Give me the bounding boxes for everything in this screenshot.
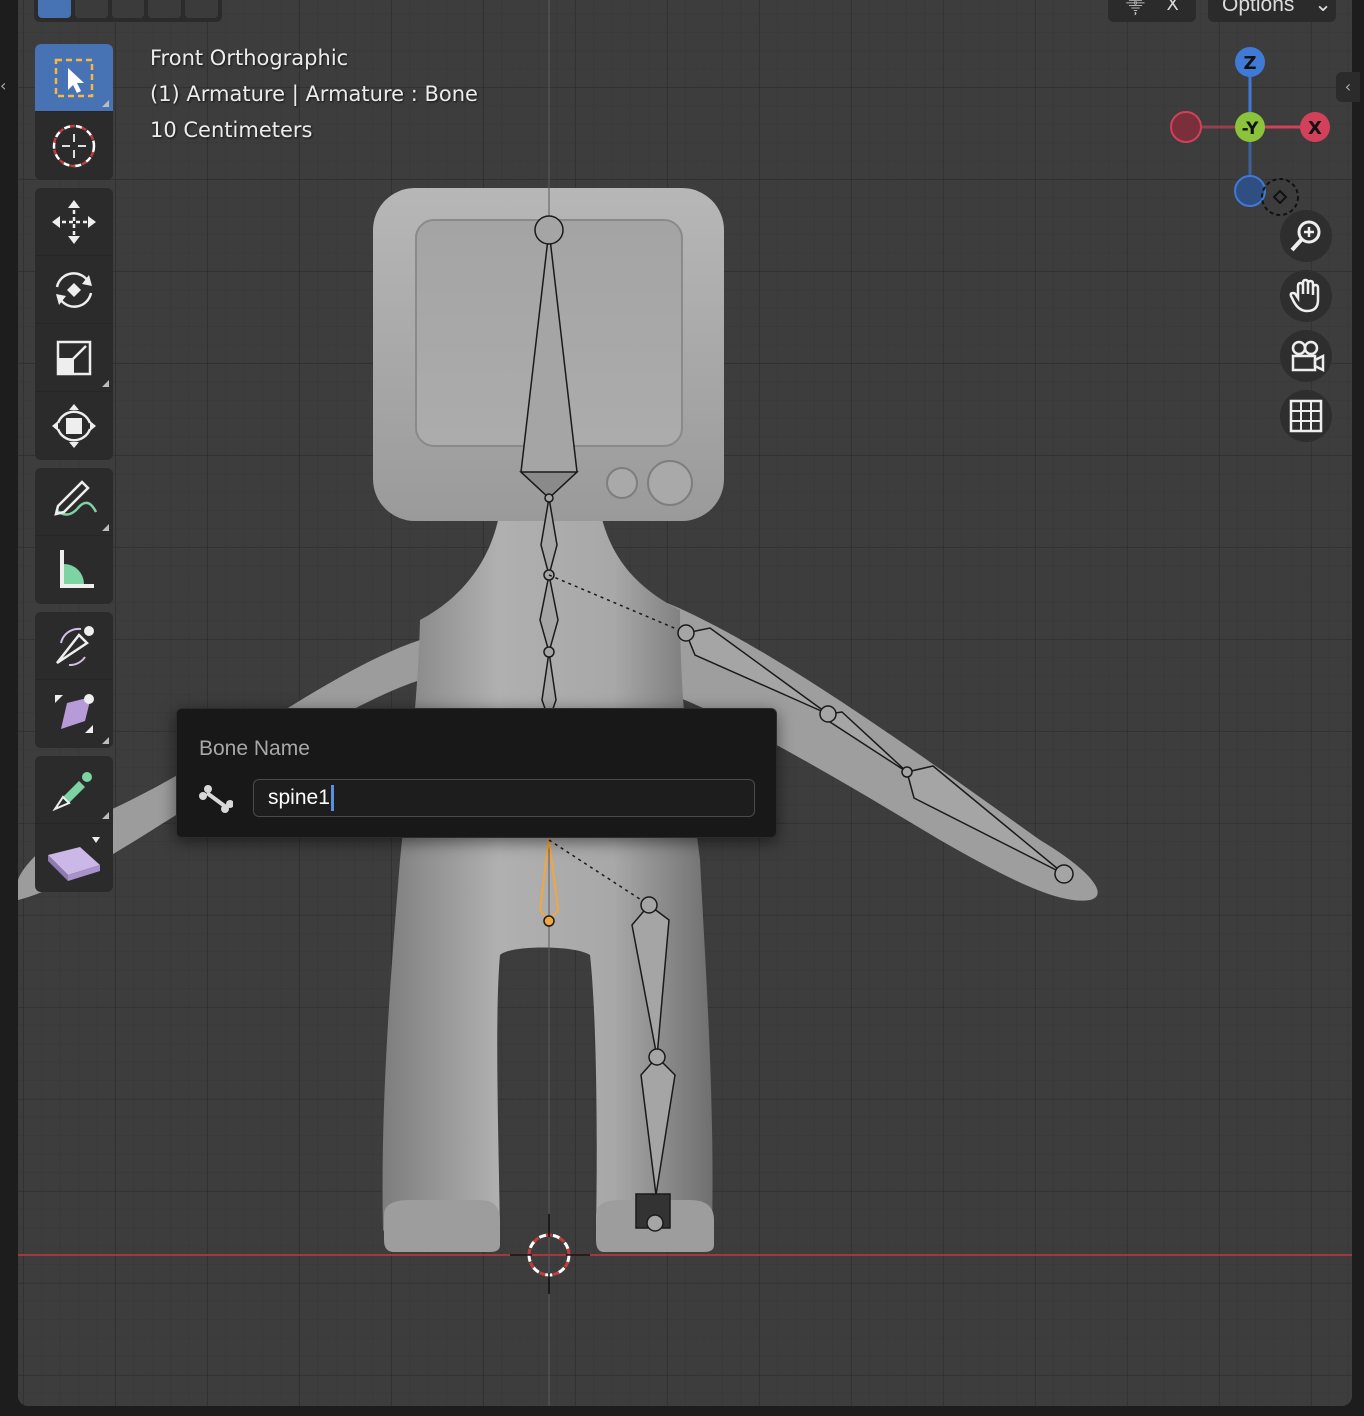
tv-knob-small [606,467,638,499]
shear-tool[interactable] [35,824,113,892]
annotate-tool[interactable] [35,468,113,536]
bone-joint [646,1214,664,1232]
collapse-left-arrow-icon[interactable]: ‹ [0,76,6,95]
bone-joint [544,493,554,503]
bone-icon [199,785,233,813]
shear-icon [48,837,100,881]
select-box-icon [54,58,94,97]
neg-x-axis-handle [1170,111,1202,143]
select-extend-button[interactable] [74,0,108,18]
sidebar-expand-arrow-icon[interactable]: ‹ [1336,72,1360,102]
chevron-down-icon: ⌄ [1314,0,1332,16]
grid-scale-label: 10 Centimeters [150,118,313,142]
tool-group-select [35,44,113,180]
popup-title: Bone Name [199,737,310,760]
tool-group-transform [35,188,113,460]
options-label: Options [1222,0,1295,16]
view-name-label: Front Orthographic [150,46,349,70]
tool-group-bone [35,612,113,748]
camera-icon [1291,340,1325,373]
select-intersect-button[interactable] [185,0,218,18]
mirror-icon: ⸎ [1126,0,1145,15]
x-mirror-label[interactable]: X [1167,0,1179,15]
rotate-tool[interactable] [35,256,113,324]
zoom-button[interactable] [1280,210,1332,262]
transform-tool[interactable] [35,392,113,460]
z-axis-label: Z [1243,53,1256,74]
tool-group-annotate [35,468,113,604]
bone-joint [534,215,564,245]
pan-button[interactable] [1280,270,1332,322]
annotate-icon [54,479,98,516]
select-invert-button[interactable] [148,0,182,18]
bone-joint [901,766,913,778]
rotate-icon [55,271,93,308]
mirror-toggle-bar[interactable]: ⸎ X [1108,0,1196,22]
grid-icon [1289,399,1323,433]
rename-bone-popup: Bone Name spine1 [176,708,777,838]
transform-icon [52,404,96,448]
bone-joint [1054,864,1074,884]
active-object-label: (1) Armature | Armature : Bone [150,82,478,106]
cursor-tool[interactable] [35,112,113,180]
3d-viewport[interactable] [18,0,1352,1406]
move-icon [52,199,96,244]
scale-tool[interactable] [35,324,113,392]
bone-joint [543,646,555,658]
roll-icon [56,625,94,666]
bone-joint [677,624,695,642]
tool-shelf [35,44,113,900]
tv-knob-large [647,460,693,506]
bone-joint-selected [543,915,555,927]
neg-y-axis-label: -Y [1242,119,1260,139]
tool-group-edit [35,756,113,892]
text-caret [330,785,334,812]
x-axis-label: X [1308,118,1322,139]
roll-tool[interactable] [35,612,113,680]
bone-joint [819,705,837,723]
3d-cursor[interactable] [510,1214,590,1294]
bone-name-input[interactable]: spine1 [253,779,755,817]
zoom-icon [1290,220,1321,252]
neg-z-axis-handle [1234,175,1266,207]
extrude-icon [52,771,92,811]
navigation-gizmo[interactable]: Z X -Y [1164,40,1344,230]
hand-icon [1289,278,1320,313]
extrude-tool[interactable] [35,756,113,824]
selection-mode-bar [34,0,222,22]
scene-canvas[interactable] [18,0,1352,1406]
camera-view-button[interactable] [1280,330,1332,382]
select-subtract-button[interactable] [111,0,145,18]
bone-size-tool[interactable] [35,680,113,748]
ortho-toggle-button[interactable] [1280,390,1332,442]
foot-left-mesh [384,1200,500,1252]
options-dropdown[interactable]: Options ⌄ [1208,0,1336,22]
scale-icon [56,340,92,375]
select-box-tool[interactable] [35,44,113,112]
cursor-icon [52,124,96,168]
select-new-button[interactable] [38,0,71,18]
bone-joint [648,1048,666,1066]
bone-name-value: spine1 [268,786,330,809]
bone-size-icon [55,694,94,733]
measure-tool[interactable] [35,536,113,604]
pivot-icon [1261,178,1299,216]
bone-joint [640,896,658,914]
measure-icon [60,550,94,588]
move-tool[interactable] [35,188,113,256]
